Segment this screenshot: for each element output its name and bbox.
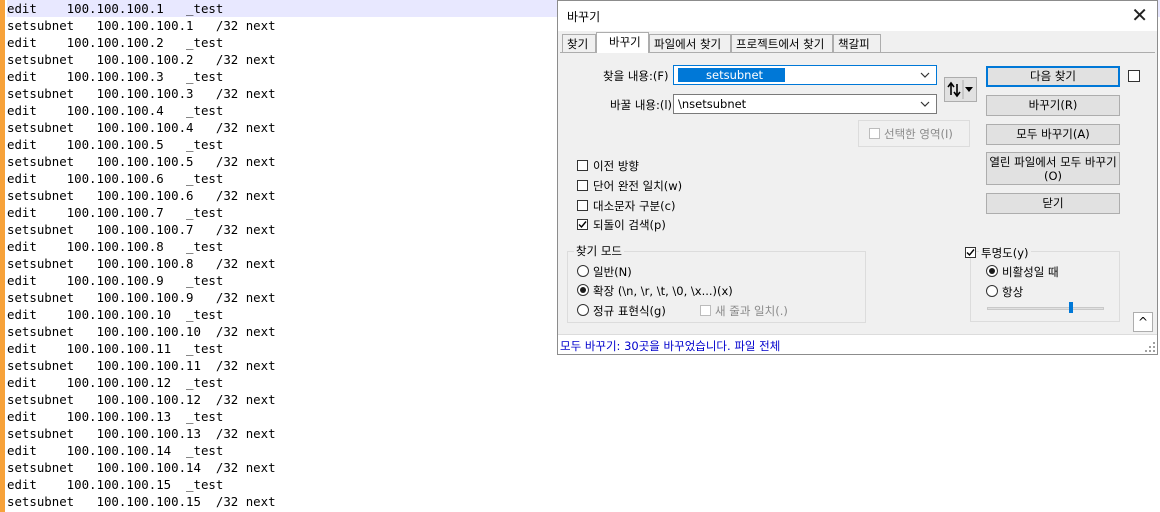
checkmark-icon — [966, 249, 975, 257]
replace-with-input[interactable]: \nsetsubnet — [673, 94, 937, 114]
editor-line[interactable]: setsubnet 100.100.100.11 /32 next — [7, 357, 1160, 374]
dot-matches-newline-label: 새 줄과 일치(.) — [715, 304, 788, 318]
backward-direction-checkbox[interactable] — [577, 160, 588, 171]
search-mode-regex-label: 정규 표현식(g) — [593, 304, 666, 318]
in-selection-checkbox[interactable] — [869, 128, 880, 139]
replace-with-label: 바꿀 내용:(l) — [610, 98, 673, 112]
search-mode-normal-radio[interactable] — [577, 265, 589, 277]
dot-matches-newline-checkbox[interactable] — [700, 305, 711, 316]
replace-all-in-open-docs-button[interactable]: 열린 파일에서 모두 바꾸기 (O) — [986, 152, 1120, 185]
transparency-slider[interactable] — [987, 307, 1104, 310]
collapse-button[interactable]: ^ — [1133, 312, 1153, 332]
backward-direction-label: 이전 방향 — [593, 159, 639, 173]
editor-line[interactable]: setsubnet 100.100.100.13 /32 next — [7, 425, 1160, 442]
tab-find-in-files[interactable]: 파일에서 찾기 — [649, 34, 731, 52]
find-what-value: setsubnet — [678, 68, 786, 82]
dialog-titlebar[interactable]: 바꾸기 ✕ — [558, 1, 1157, 31]
find-next-button[interactable]: 다음 찾기 — [986, 66, 1120, 87]
transparency-on-losing-focus-label: 비활성일 때 — [1002, 265, 1059, 279]
match-whole-word-checkbox[interactable] — [577, 180, 588, 191]
transparency-always-label: 항상 — [1002, 285, 1024, 299]
find-what-label: 찾을 내용:(F) — [603, 69, 669, 83]
dialog-status-bar: 모두 바꾸기: 30곳을 바꾸었습니다. 파일 전체 — [558, 334, 1157, 354]
replace-button[interactable]: 바꾸기(R) — [986, 95, 1120, 116]
close-icon[interactable]: ✕ — [1131, 3, 1148, 27]
editor-line[interactable]: setsubnet 100.100.100.14 /32 next — [7, 459, 1160, 476]
find-what-input[interactable]: setsubnet — [673, 65, 937, 85]
editor-line[interactable]: setsubnet 100.100.100.12 /32 next — [7, 391, 1160, 408]
collapse-icon: ^ — [1137, 315, 1149, 329]
transparency-on-losing-focus-radio[interactable] — [986, 265, 998, 277]
replace-dialog: 바꾸기 ✕ 찾기 바꾸기 파일에서 찾기 프로젝트에서 찾기 책갈피 찾을 내용… — [557, 0, 1158, 355]
wrap-around-checkbox[interactable] — [577, 219, 588, 230]
search-mode-normal-label: 일반(N) — [593, 265, 632, 279]
change-history-margin — [0, 0, 5, 512]
transparency-label: 투명도(y) — [979, 245, 1031, 261]
in-selection-label: 선택한 영역(I) — [884, 127, 953, 141]
transparency-checkbox[interactable] — [965, 247, 976, 258]
tab-find[interactable]: 찾기 — [562, 34, 596, 52]
search-mode-extended-label: 확장 (\n, \r, \t, \0, \x...)(x) — [593, 284, 733, 298]
tab-mark[interactable]: 책갈피 — [833, 34, 881, 52]
dialog-title: 바꾸기 — [567, 10, 601, 24]
editor-line[interactable]: setsubnet 100.100.100.15 /32 next — [7, 493, 1160, 510]
find-next-extra-checkbox[interactable] — [1128, 70, 1140, 82]
search-mode-extended-radio[interactable] — [577, 284, 589, 296]
replace-all-open-line2: (O) — [1043, 169, 1063, 183]
replace-with-value: \nsetsubnet — [678, 97, 747, 111]
editor-line[interactable]: edit 100.100.100.14 _test — [7, 442, 1160, 459]
replace-all-button[interactable]: 모두 바꾸기(A) — [986, 124, 1120, 145]
chevron-down-icon[interactable] — [920, 99, 930, 109]
match-case-label: 대소문자 구분(c) — [593, 199, 676, 213]
status-message: 모두 바꾸기: 30곳을 바꾸었습니다. 파일 전체 — [560, 339, 781, 353]
replace-all-open-line1: 열린 파일에서 모두 바꾸기 — [989, 155, 1117, 169]
match-whole-word-label: 단어 완전 일치(w) — [593, 179, 683, 193]
match-case-checkbox[interactable] — [577, 200, 588, 211]
editor-line[interactable]: edit 100.100.100.15 _test — [7, 476, 1160, 493]
checkmark-icon — [578, 221, 587, 229]
tab-replace[interactable]: 바꾸기 — [596, 32, 649, 53]
search-mode-title: 찾기 모드 — [574, 243, 624, 259]
editor-line[interactable]: edit 100.100.100.13 _test — [7, 408, 1160, 425]
swap-arrows-icon — [947, 80, 973, 99]
resize-grip-icon[interactable] — [1145, 342, 1155, 352]
transparency-slider-thumb[interactable] — [1069, 302, 1074, 313]
transparency-always-radio[interactable] — [986, 285, 998, 297]
search-mode-regex-radio[interactable] — [577, 304, 589, 316]
tab-find-in-projects[interactable]: 프로젝트에서 찾기 — [731, 34, 833, 52]
close-button[interactable]: 닫기 — [986, 193, 1120, 214]
swap-find-replace-button[interactable] — [944, 77, 977, 102]
editor-line[interactable]: edit 100.100.100.12 _test — [7, 374, 1160, 391]
wrap-around-label: 되돌이 검색(p) — [593, 218, 666, 232]
chevron-down-icon[interactable] — [920, 70, 930, 80]
